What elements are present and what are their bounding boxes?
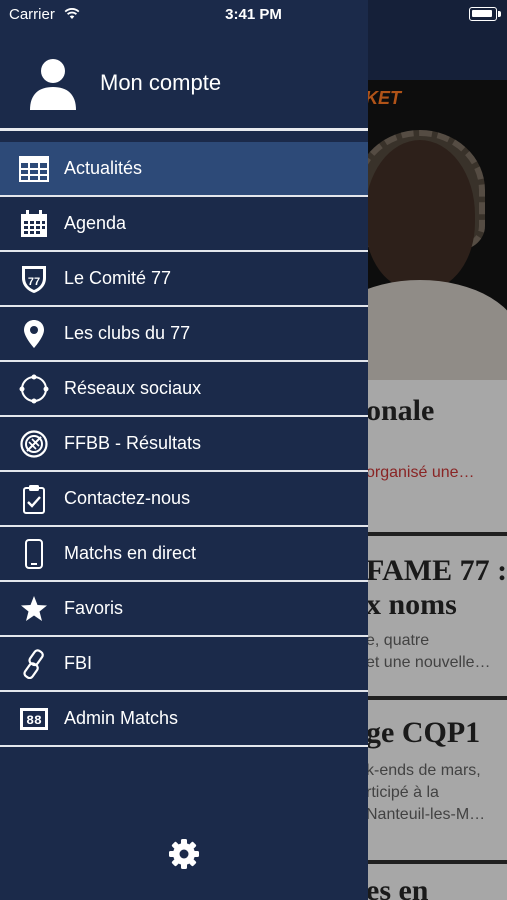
phone-icon — [19, 538, 49, 569]
menu-item-fbi[interactable]: FBI — [0, 637, 368, 692]
newspaper-icon — [19, 154, 49, 184]
basketball-icon — [19, 429, 49, 459]
menu-item-comite[interactable]: 77 Le Comité 77 — [0, 252, 368, 307]
svg-text:77: 77 — [28, 276, 40, 288]
menu-item-admin-matchs[interactable]: 88 Admin Matchs — [0, 692, 368, 747]
account-header[interactable]: Mon compte — [0, 28, 368, 128]
account-label: Mon compte — [100, 70, 222, 95]
menu-item-label: Agenda — [64, 213, 127, 233]
user-avatar-icon — [30, 59, 76, 110]
menu-item-label: FFBB - Résultats — [64, 433, 202, 453]
status-bar: Carrier 3:41 PM — [0, 0, 507, 28]
account-divider — [0, 128, 368, 131]
clipboard-check-icon — [19, 484, 49, 514]
menu-item-label: Matchs en direct — [64, 543, 197, 563]
menu-item-label: Contactez-nous — [64, 488, 191, 508]
svg-text:88: 88 — [26, 713, 42, 728]
link-icon — [19, 648, 49, 679]
menu-item-label: Les clubs du 77 — [64, 323, 191, 343]
menu-item-matchs-direct[interactable]: Matchs en direct — [0, 527, 368, 582]
menu-item-label: Admin Matchs — [64, 708, 179, 728]
menu-item-ffbb[interactable]: FFBB - Résultats — [0, 417, 368, 472]
star-icon — [19, 594, 49, 624]
menu-item-contact[interactable]: Contactez-nous — [0, 472, 368, 527]
menu-item-agenda[interactable]: Agenda — [0, 197, 368, 252]
gear-icon[interactable] — [168, 838, 200, 870]
clock: 3:41 PM — [225, 6, 282, 23]
menu-item-label: Favoris — [64, 598, 124, 618]
side-drawer: Mon compte Actualités Agenda 77 Le Comit… — [0, 0, 368, 900]
scoreboard-icon: 88 — [19, 704, 49, 734]
menu-item-reseaux[interactable]: Réseaux sociaux — [0, 362, 368, 417]
menu-item-actualites[interactable]: Actualités — [0, 142, 368, 197]
menu-item-label: FBI — [64, 653, 93, 673]
menu-item-label: Réseaux sociaux — [64, 378, 202, 398]
menu-item-label: Le Comité 77 — [64, 268, 172, 288]
menu-item-favoris[interactable]: Favoris — [0, 582, 368, 637]
drawer-menu: Actualités Agenda 77 Le Comité 77 Les cl… — [0, 142, 368, 747]
menu-item-clubs[interactable]: Les clubs du 77 — [0, 307, 368, 362]
menu-item-label: Actualités — [64, 158, 143, 178]
battery-icon — [469, 7, 501, 21]
map-pin-icon — [19, 319, 49, 349]
network-icon — [19, 374, 49, 404]
calendar-icon — [19, 209, 49, 239]
shield-77-icon: 77 — [19, 264, 49, 294]
